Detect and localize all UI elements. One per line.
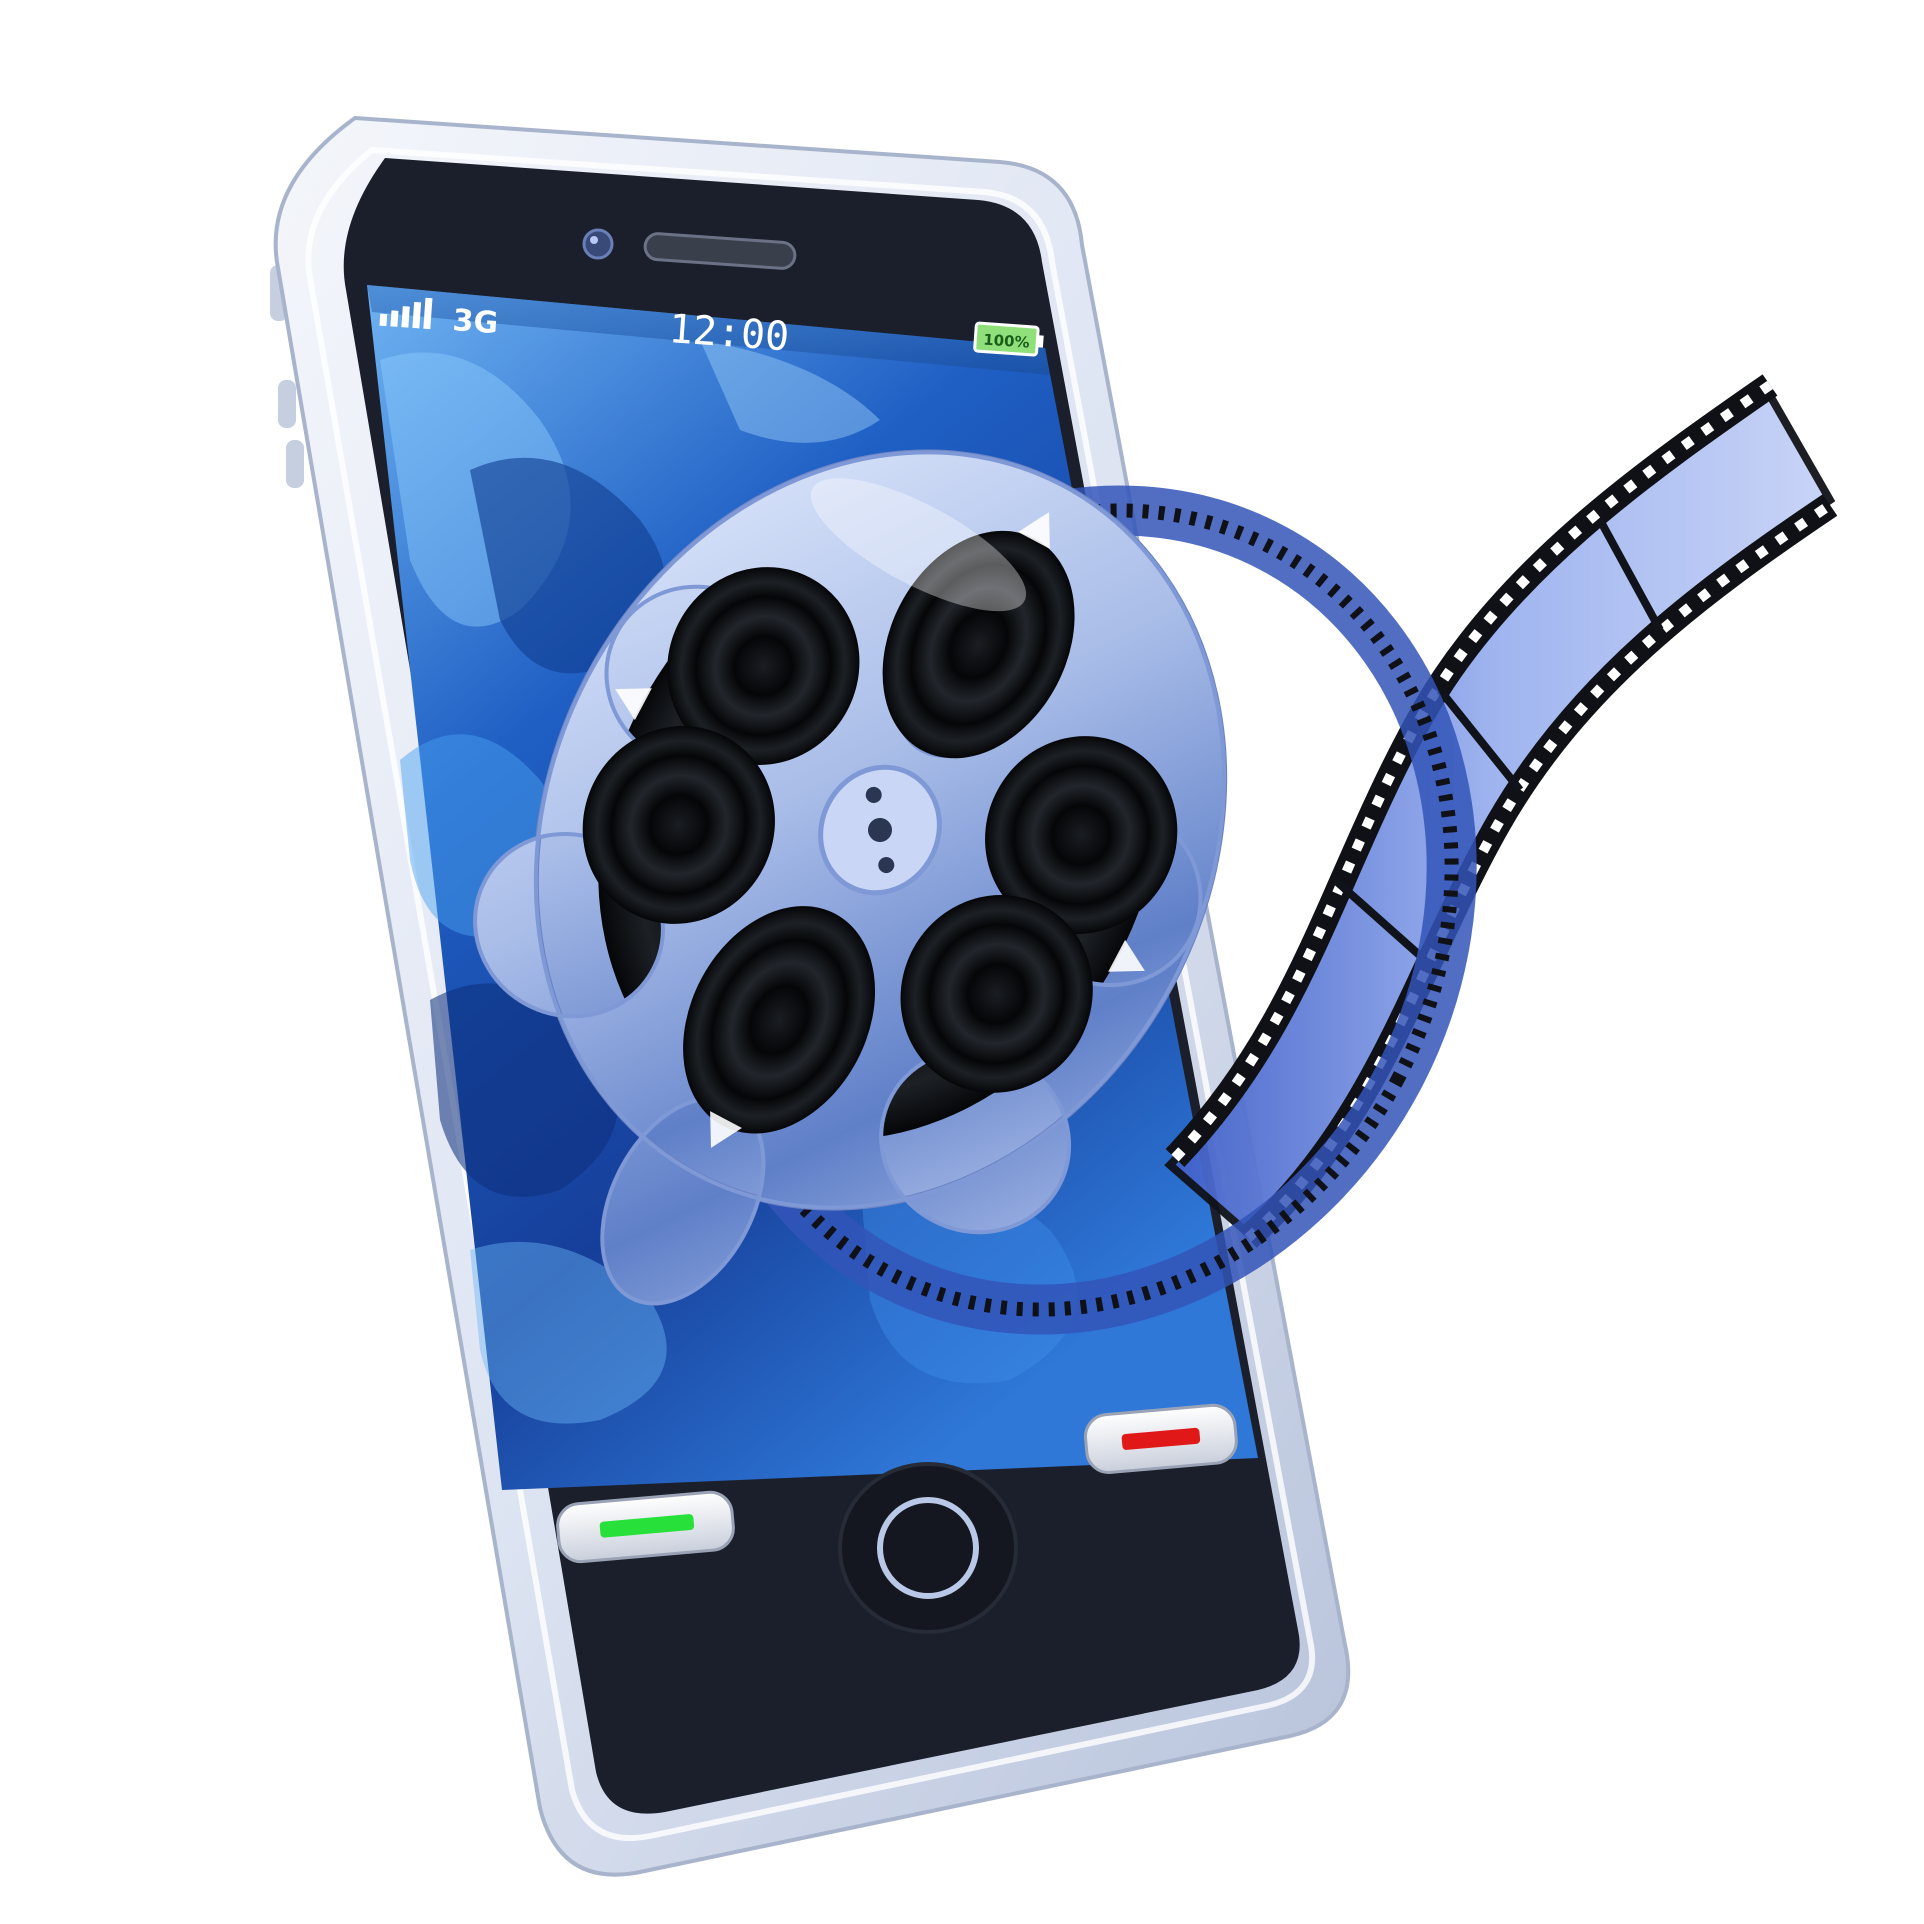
clock-label: 12:00 <box>667 306 790 360</box>
side-button-bottom[interactable] <box>286 440 304 488</box>
home-button-icon[interactable] <box>838 1462 1018 1634</box>
network-label: 3G <box>451 303 499 341</box>
battery-label: 100% <box>983 330 1030 351</box>
film-strip-icon <box>1164 374 1838 1248</box>
scene: 3G 12:00 100% <box>270 115 1838 1877</box>
side-button-middle[interactable] <box>278 380 296 428</box>
front-camera-icon <box>582 228 614 260</box>
battery-icon: 100% <box>973 321 1044 357</box>
end-call-button[interactable] <box>1084 1403 1238 1475</box>
